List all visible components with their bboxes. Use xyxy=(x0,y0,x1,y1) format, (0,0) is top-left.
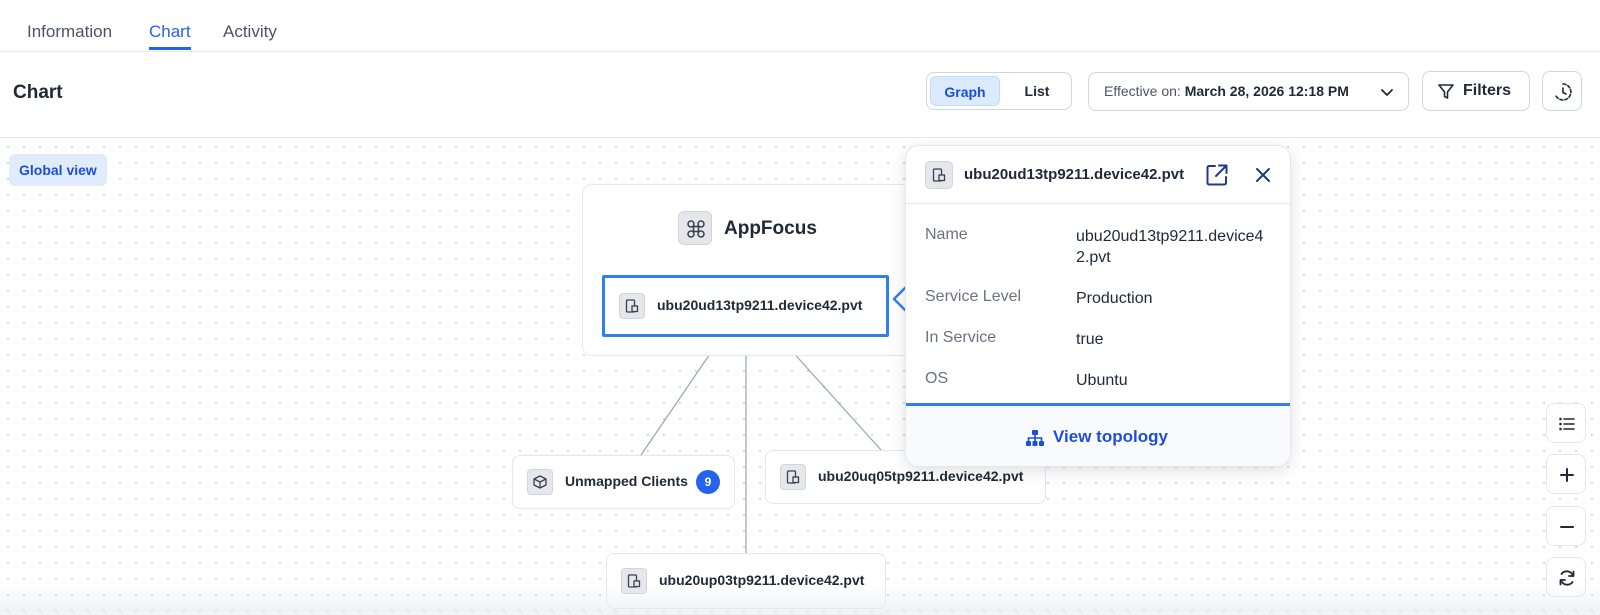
device-icon xyxy=(780,464,806,490)
effective-date-dropdown[interactable]: Effective on: March 28, 2026 12:18 PM xyxy=(1088,72,1409,111)
device-node-label: ubu20uq05tp9211.device42.pvt xyxy=(818,468,1024,484)
close-icon[interactable] xyxy=(1252,164,1274,186)
tab-information[interactable]: Information xyxy=(27,22,112,50)
prop-value-service-level: Production xyxy=(1076,290,1153,307)
zoom-in-icon xyxy=(1560,468,1574,482)
prop-label-service-level: Service Level xyxy=(925,288,1022,305)
view-topology-button[interactable]: View topology xyxy=(906,403,1290,466)
graph-view-button[interactable]: Graph xyxy=(930,76,1000,106)
box-icon xyxy=(527,469,553,495)
zoom-in-button[interactable] xyxy=(1546,454,1586,494)
open-external-icon[interactable] xyxy=(1204,162,1230,188)
filter-icon xyxy=(1438,84,1454,99)
device-details-popover: ubu20ud13tp9211.device42.pvt Name ubu20u… xyxy=(905,145,1291,467)
prop-value-name: ubu20ud13tp9211.device42.pvt xyxy=(1076,228,1264,266)
prop-label-name: Name xyxy=(925,226,968,243)
device-node-selected[interactable]: ubu20ud13tp9211.device42.pvt xyxy=(602,275,889,337)
prop-value-in-service: true xyxy=(1076,331,1104,348)
effective-date-value: March 28, 2026 12:18 PM xyxy=(1184,83,1349,99)
page-title: Chart xyxy=(13,82,63,103)
chart-toolbar: Chart Graph List Effective on: March 28,… xyxy=(0,52,1600,138)
view-toggle: Graph List xyxy=(926,72,1072,110)
filters-button[interactable]: Filters xyxy=(1422,71,1530,111)
tab-bar: Information Chart Activity xyxy=(0,0,1600,52)
zoom-out-icon xyxy=(1560,526,1574,528)
history-button[interactable] xyxy=(1542,71,1582,111)
prop-value-os: Ubuntu xyxy=(1076,372,1128,389)
topology-icon xyxy=(1026,430,1044,446)
view-topology-label: View topology xyxy=(1053,427,1168,446)
device-node-label: ubu20ud13tp9211.device42.pvt xyxy=(657,297,863,313)
prop-label-os: OS xyxy=(925,370,949,387)
list-view-button[interactable]: List xyxy=(1005,76,1069,106)
tab-chart[interactable]: Chart xyxy=(149,22,191,50)
popover-header: ubu20ud13tp9211.device42.pvt xyxy=(906,146,1290,204)
prop-label-in-service: In Service xyxy=(925,329,997,346)
effective-date-label: Effective on: xyxy=(1104,83,1185,99)
legend-list-icon xyxy=(1559,417,1575,431)
device-icon xyxy=(619,293,645,319)
history-icon xyxy=(1554,83,1572,101)
unmapped-clients-label: Unmapped Clients xyxy=(565,473,688,489)
tab-activity[interactable]: Activity xyxy=(223,22,277,50)
canvas-bottom-fade xyxy=(0,585,1600,615)
legend-button[interactable] xyxy=(1546,403,1586,443)
unmapped-count-badge: 9 xyxy=(696,470,720,494)
filters-label: Filters xyxy=(1463,82,1512,99)
graph-canvas[interactable]: Global view AppFocus ubu20ud13tp9211.dev… xyxy=(0,139,1600,615)
unmapped-clients-node[interactable]: Unmapped Clients 9 xyxy=(512,455,735,509)
popover-title: ubu20ud13tp9211.device42.pvt xyxy=(964,166,1185,183)
zoom-out-button[interactable] xyxy=(1546,506,1586,546)
chevron-down-icon xyxy=(1381,89,1393,96)
device-icon xyxy=(925,161,953,189)
app-group-icon xyxy=(678,211,712,245)
app-group-title: AppFocus xyxy=(724,218,817,239)
